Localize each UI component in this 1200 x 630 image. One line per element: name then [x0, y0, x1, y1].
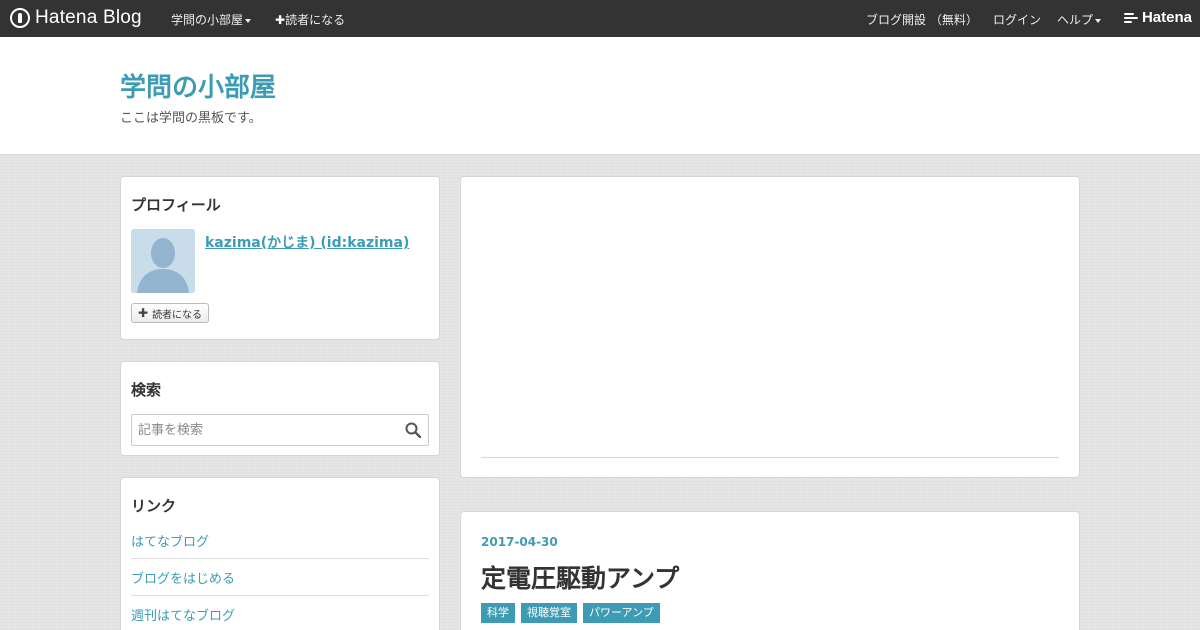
search-module: 検索	[120, 361, 440, 456]
user-silhouette-icon	[131, 229, 195, 293]
profile-name-link[interactable]: kazima(かじま) (id:kazima)	[205, 232, 409, 252]
entry-title[interactable]: 定電圧駆動アンプ	[481, 559, 679, 595]
plus-icon: ✚	[138, 306, 149, 320]
category-tag[interactable]: 視聴覚室	[521, 603, 577, 623]
login-link[interactable]: ログイン	[993, 11, 1041, 28]
hatena-logo[interactable]: Hatena	[1123, 9, 1192, 26]
avatar[interactable]	[131, 229, 195, 293]
blog-title[interactable]: 学問の小部屋	[120, 67, 276, 104]
ad-divider	[481, 457, 1059, 458]
blog-menu-label: 学問の小部屋	[171, 13, 244, 27]
profile-module: プロフィール kazima(かじま) (id:kazima) ✚ 読者になる	[120, 176, 440, 340]
link-divider	[131, 595, 429, 596]
subscribe-button-label: 読者になる	[152, 309, 203, 321]
category-tag[interactable]: パワーアンプ	[583, 603, 660, 623]
search-icon[interactable]	[405, 422, 421, 438]
subscribe-link[interactable]: ✚読者になる	[275, 11, 345, 28]
entry-article: 2017-04-30 定電圧駆動アンプ 科学 視聴覚室 パワーアンプ	[460, 511, 1080, 630]
entry-date[interactable]: 2017-04-30	[481, 535, 558, 549]
link-item[interactable]: 週刊はてなブログ	[131, 605, 429, 630]
links-module: リンク はてなブログ ブログをはじめる 週刊はてなブログ	[120, 477, 440, 630]
hatena-blog-logo-icon	[10, 8, 30, 28]
create-blog-label: ブログ開設 （無料）	[866, 13, 978, 27]
search-input[interactable]	[132, 415, 392, 445]
blog-header: 学問の小部屋 ここは学問の黒板です。	[0, 37, 1200, 155]
category-tag[interactable]: 科学	[481, 603, 515, 623]
brand-text: Hatena Blog	[35, 7, 142, 28]
link-item[interactable]: はてなブログ	[131, 531, 429, 560]
hatena-text: Hatena	[1141, 9, 1192, 26]
entry-categories: 科学 視聴覚室 パワーアンプ	[481, 603, 660, 623]
caret-down-icon	[245, 18, 252, 23]
subscribe-label: 読者になる	[285, 13, 346, 27]
link-item[interactable]: ブログをはじめる	[131, 568, 429, 597]
hatena-blog-logo[interactable]: Hatena Blog	[10, 7, 142, 29]
search-field	[131, 414, 429, 446]
search-title: 検索	[131, 381, 162, 399]
help-label: ヘルプ	[1057, 13, 1094, 27]
help-dropdown[interactable]: ヘルプ	[1057, 11, 1102, 28]
blog-menu-dropdown[interactable]: 学問の小部屋	[171, 11, 252, 28]
plus-icon: ✚	[275, 13, 286, 27]
ad-container	[460, 176, 1080, 478]
create-blog-link[interactable]: ブログ開設 （無料）	[866, 11, 978, 28]
global-header: Hatena Blog 学問の小部屋 ✚読者になる ブログ開設 （無料） ログイ…	[0, 0, 1200, 37]
links-title: リンク	[131, 497, 177, 515]
blog-description: ここは学問の黒板です。	[120, 111, 262, 126]
caret-down-icon	[1095, 18, 1102, 23]
subscribe-button[interactable]: ✚ 読者になる	[131, 303, 210, 323]
login-label: ログイン	[993, 13, 1042, 27]
hatena-lines-icon	[1123, 12, 1138, 23]
link-divider	[131, 558, 429, 559]
profile-title: プロフィール	[131, 196, 221, 214]
